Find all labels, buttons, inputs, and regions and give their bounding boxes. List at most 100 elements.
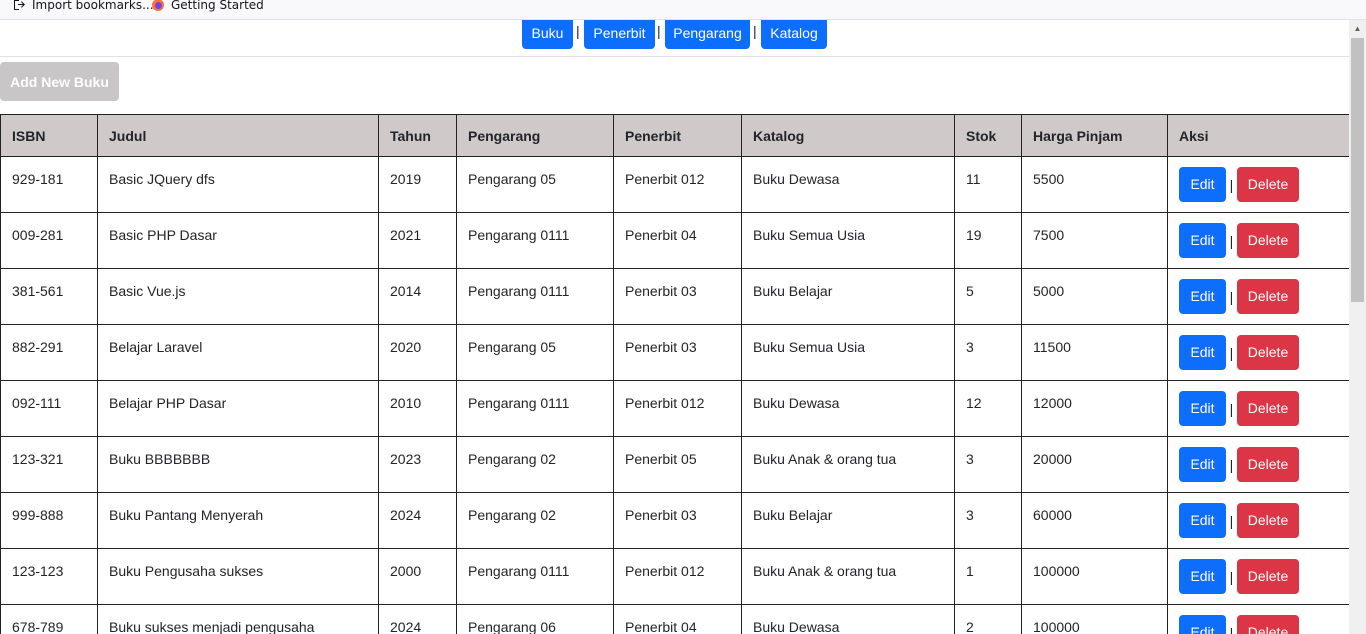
cell-judul: Basic JQuery dfs — [97, 156, 379, 213]
cell-katalog: Buku Dewasa — [741, 156, 955, 213]
cell-judul: Buku Pengusaha sukses — [97, 548, 379, 605]
header-aksi: Aksi — [1167, 114, 1349, 157]
cell-pengarang: Pengarang 02 — [456, 436, 614, 493]
delete-button[interactable]: Delete — [1237, 167, 1299, 202]
header-isbn: ISBN — [0, 114, 98, 157]
cell-penerbit: Penerbit 04 — [613, 212, 742, 269]
firefox-icon — [151, 0, 165, 12]
bookmark-label: Getting Started — [171, 0, 264, 12]
edit-button[interactable]: Edit — [1179, 615, 1226, 634]
cell-aksi: Edit | Delete — [1167, 380, 1349, 437]
action-separator: | — [1229, 624, 1234, 634]
edit-button[interactable]: Edit — [1179, 167, 1226, 202]
cell-penerbit: Penerbit 03 — [613, 324, 742, 381]
header-penerbit: Penerbit — [613, 114, 742, 157]
cell-penerbit: Penerbit 03 — [613, 268, 742, 325]
scroll-thumb[interactable] — [1351, 38, 1364, 302]
add-new-buku-button[interactable]: Add New Buku — [0, 62, 119, 101]
cell-judul: Buku sukses menjadi pengusaha — [97, 604, 379, 634]
cell-stok: 2 — [954, 604, 1022, 634]
bookmark-import[interactable]: Import bookmarks... — [12, 0, 154, 14]
table-row: 929-181 Basic JQuery dfs 2019 Pengarang 05 P… — [0, 156, 1349, 213]
cell-tahun: 2019 — [378, 156, 457, 213]
cell-harga-pinjam: 5500 — [1021, 156, 1168, 213]
cell-katalog: Buku Semua Usia — [741, 324, 955, 381]
cell-isbn: 882-291 — [0, 324, 98, 381]
page-content: Buku | Penerbit | Pengarang | Katalog Ad… — [0, 20, 1349, 634]
edit-button[interactable]: Edit — [1179, 447, 1226, 482]
delete-button[interactable]: Delete — [1237, 559, 1299, 594]
cell-katalog: Buku Belajar — [741, 268, 955, 325]
table-row: 678-789 Buku sukses menjadi pengusaha 2024… — [0, 604, 1349, 634]
cell-harga-pinjam: 60000 — [1021, 492, 1168, 549]
header-harga-pinjam: Harga Pinjam — [1021, 114, 1168, 157]
nav-buku-button[interactable]: Buku — [522, 20, 573, 49]
cell-isbn: 009-281 — [0, 212, 98, 269]
cell-judul: Belajar Laravel — [97, 324, 379, 381]
cell-harga-pinjam: 20000 — [1021, 436, 1168, 493]
cell-stok: 3 — [954, 436, 1022, 493]
nav-pengarang-button[interactable]: Pengarang — [665, 20, 750, 49]
books-table: ISBN Judul Tahun Pengarang Penerbit Kata… — [0, 114, 1349, 634]
delete-button[interactable]: Delete — [1237, 503, 1299, 538]
table-row: 882-291 Belajar Laravel 2020 Pengarang 05 Pe… — [0, 324, 1349, 381]
edit-button[interactable]: Edit — [1179, 503, 1226, 538]
cell-stok: 11 — [954, 156, 1022, 213]
nav-separator: | — [753, 23, 757, 39]
table-row: 009-281 Basic PHP Dasar 2021 Pengarang 0111… — [0, 212, 1349, 269]
delete-button[interactable]: Delete — [1237, 335, 1299, 370]
edit-button[interactable]: Edit — [1179, 391, 1226, 426]
cell-tahun: 2024 — [378, 492, 457, 549]
delete-button[interactable]: Delete — [1237, 447, 1299, 482]
edit-button[interactable]: Edit — [1179, 223, 1226, 258]
cell-tahun: 2020 — [378, 324, 457, 381]
cell-katalog: Buku Dewasa — [741, 380, 955, 437]
edit-button[interactable]: Edit — [1179, 279, 1226, 314]
delete-button[interactable]: Delete — [1237, 223, 1299, 258]
header-pengarang: Pengarang — [456, 114, 614, 157]
cell-aksi: Edit | Delete — [1167, 268, 1349, 325]
cell-isbn: 123-321 — [0, 436, 98, 493]
cell-aksi: Edit | Delete — [1167, 436, 1349, 493]
table-header-row: ISBN Judul Tahun Pengarang Penerbit Kata… — [0, 114, 1349, 157]
delete-button[interactable]: Delete — [1237, 391, 1299, 426]
action-separator: | — [1229, 176, 1234, 193]
cell-harga-pinjam: 100000 — [1021, 604, 1168, 634]
edit-button[interactable]: Edit — [1179, 335, 1226, 370]
nav-katalog-button[interactable]: Katalog — [761, 20, 827, 49]
cell-isbn: 092-111 — [0, 380, 98, 437]
nav-separator: | — [576, 23, 580, 39]
header-stok: Stok — [954, 114, 1022, 157]
cell-tahun: 2021 — [378, 212, 457, 269]
header-katalog: Katalog — [741, 114, 955, 157]
cell-tahun: 2014 — [378, 268, 457, 325]
scroll-up-arrow-icon[interactable]: ▲ — [1349, 20, 1366, 37]
cell-judul: Buku BBBBBBB — [97, 436, 379, 493]
cell-harga-pinjam: 12000 — [1021, 380, 1168, 437]
cell-judul: Belajar PHP Dasar — [97, 380, 379, 437]
delete-button[interactable]: Delete — [1237, 615, 1299, 634]
cell-tahun: 2010 — [378, 380, 457, 437]
cell-penerbit: Penerbit 05 — [613, 436, 742, 493]
bookmark-label: Import bookmarks... — [32, 0, 154, 12]
vertical-scrollbar[interactable]: ▲ — [1349, 20, 1366, 634]
cell-stok: 1 — [954, 548, 1022, 605]
cell-isbn: 381-561 — [0, 268, 98, 325]
edit-button[interactable]: Edit — [1179, 559, 1226, 594]
action-separator: | — [1229, 456, 1234, 473]
cell-aksi: Edit | Delete — [1167, 324, 1349, 381]
cell-katalog: Buku Anak & orang tua — [741, 436, 955, 493]
cell-harga-pinjam: 7500 — [1021, 212, 1168, 269]
cell-harga-pinjam: 100000 — [1021, 548, 1168, 605]
action-separator: | — [1229, 288, 1234, 305]
bookmark-getting-started[interactable]: Getting Started — [151, 0, 264, 14]
cell-pengarang: Pengarang 02 — [456, 492, 614, 549]
cell-tahun: 2000 — [378, 548, 457, 605]
delete-button[interactable]: Delete — [1237, 279, 1299, 314]
nav-penerbit-button[interactable]: Penerbit — [584, 20, 655, 49]
header-judul: Judul — [97, 114, 379, 157]
action-separator: | — [1229, 568, 1234, 585]
cell-katalog: Buku Belajar — [741, 492, 955, 549]
cell-katalog: Buku Anak & orang tua — [741, 548, 955, 605]
cell-penerbit: Penerbit 03 — [613, 492, 742, 549]
